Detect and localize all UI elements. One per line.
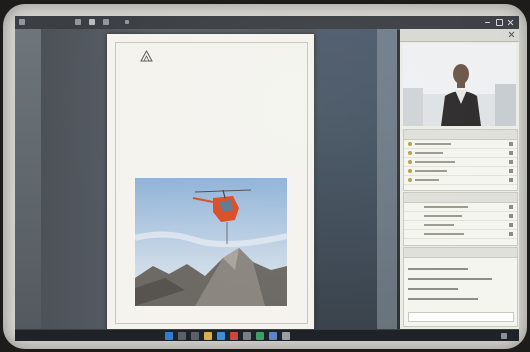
app-icon[interactable] (230, 332, 238, 340)
monitor-frame (3, 4, 527, 349)
meeting-side-panel (400, 29, 519, 329)
webcam-video (403, 44, 516, 126)
panel-close-icon[interactable] (508, 31, 515, 38)
search-icon[interactable] (178, 332, 186, 340)
user-icon (509, 214, 513, 218)
viewer-scrollbar[interactable] (377, 29, 397, 329)
view-icon[interactable] (75, 19, 81, 25)
windows-taskbar (15, 329, 519, 341)
browser-icon[interactable] (217, 332, 225, 340)
chat-input[interactable] (408, 312, 514, 322)
chat-message (408, 298, 478, 300)
participants-section (403, 129, 518, 191)
task-view-icon[interactable] (191, 332, 199, 340)
university-logo-icon (140, 50, 153, 62)
viewer-left-margin (15, 29, 41, 329)
record-icon[interactable] (89, 19, 95, 25)
attendee-row[interactable] (404, 230, 517, 239)
file-explorer-icon[interactable] (204, 332, 212, 340)
panel-header (400, 29, 519, 42)
pen-icon[interactable] (103, 19, 109, 25)
attendee-row[interactable] (404, 212, 517, 221)
app-icon[interactable] (243, 332, 251, 340)
minimize-icon[interactable] (485, 22, 490, 23)
app-icon[interactable] (282, 332, 290, 340)
chat-message (408, 278, 492, 280)
participant-row[interactable] (404, 158, 517, 167)
participant-row[interactable] (404, 140, 517, 149)
close-icon[interactable] (507, 19, 514, 26)
mic-icon (509, 142, 513, 146)
participant-row[interactable] (404, 176, 517, 185)
mic-icon (509, 160, 513, 164)
chat-header (404, 248, 517, 258)
app-icon[interactable] (256, 332, 264, 340)
app-menu-icon[interactable] (19, 19, 25, 25)
attendee-row[interactable] (404, 203, 517, 212)
user-icon (509, 205, 513, 209)
attendees-section (403, 192, 518, 246)
attendees-header (404, 193, 517, 203)
helicopter-photo (135, 178, 287, 306)
user-icon (509, 223, 513, 227)
maximize-icon[interactable] (496, 19, 503, 26)
window-titlebar (15, 16, 519, 30)
mic-icon (509, 151, 513, 155)
attendee-row[interactable] (404, 221, 517, 230)
windows-start-icon[interactable] (165, 332, 173, 340)
chat-section (403, 247, 518, 327)
participants-header (404, 130, 517, 140)
participant-row[interactable] (404, 167, 517, 176)
app-icon[interactable] (269, 332, 277, 340)
mic-icon (509, 178, 513, 182)
screen (15, 16, 519, 341)
participant-row[interactable] (404, 149, 517, 158)
document-page (107, 34, 314, 330)
user-icon (509, 232, 513, 236)
notification-icon[interactable] (501, 333, 507, 339)
mic-icon (509, 169, 513, 173)
chat-message (408, 268, 468, 270)
chat-message (408, 288, 458, 290)
pointer-icon[interactable] (125, 20, 129, 24)
